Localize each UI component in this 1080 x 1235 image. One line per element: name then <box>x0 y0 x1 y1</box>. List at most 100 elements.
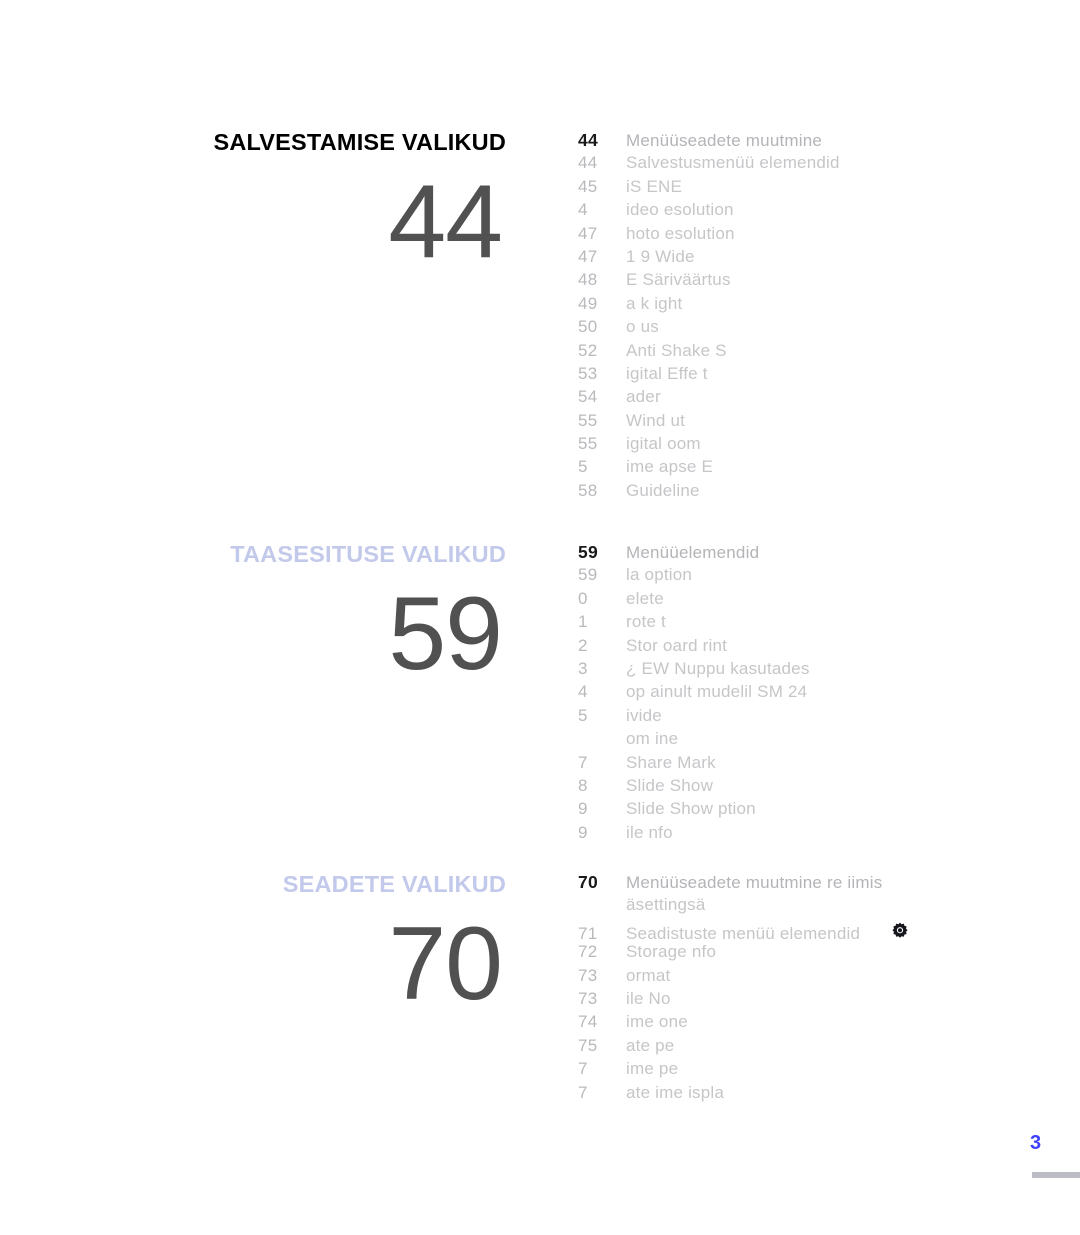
toc-entry-label: Storage nfo <box>626 942 717 962</box>
toc-row[interactable]: 4 ideo esolution <box>578 200 1048 223</box>
toc-row[interactable]: 71 Seadistuste menüü elemendid <box>578 919 1048 943</box>
toc-entry-label: ivide <box>626 705 662 725</box>
toc-row[interactable]: 59 Menüüelemendid <box>578 542 1048 565</box>
toc-page-number: 48 <box>578 270 598 290</box>
toc-page-number: 47 <box>578 246 598 266</box>
toc-row[interactable]: 47 1 9 Wide <box>578 247 1048 270</box>
toc-entry-label: ate ime ispla <box>626 1082 725 1102</box>
toc-page-number: 58 <box>578 480 598 500</box>
toc-row[interactable]: 50 o us <box>578 317 1048 340</box>
toc-row[interactable]: 4 op ainult mudelil SM 24 <box>578 682 1048 705</box>
toc-row[interactable]: 1 rote t <box>578 612 1048 635</box>
toc-row[interactable]: 9 ile nfo <box>578 823 1048 846</box>
section-big-page-number: 70 <box>388 905 503 1022</box>
toc-page-number: 53 <box>578 363 598 383</box>
toc-row[interactable]: 2 Stor oard rint <box>578 636 1048 659</box>
toc-row[interactable]: 9 Slide Show ption <box>578 799 1048 822</box>
toc-row[interactable]: 73 ormat <box>578 966 1048 989</box>
toc-entry-label: ader <box>626 387 661 407</box>
toc-row[interactable]: 73 ile No <box>578 989 1048 1012</box>
toc-row[interactable]: 70 Menüüseadete muutmine re iimis <box>578 872 1048 895</box>
toc-row[interactable]: 55 igital oom <box>578 434 1048 457</box>
section-heading: TAASESITUSE VALIKUD <box>230 541 506 567</box>
toc-row[interactable]: 7 ime pe <box>578 1059 1048 1082</box>
toc-row[interactable]: 53 igital Effe t <box>578 364 1048 387</box>
toc-entry-label: la option <box>626 565 693 585</box>
toc-page-number: 74 <box>578 1012 598 1032</box>
toc-entry-label: ideo esolution <box>626 200 734 220</box>
toc-entry-label: Slide Show <box>626 775 714 795</box>
section-left-column: SALVESTAMISE VALIKUD 44 <box>0 129 520 280</box>
toc-entry-label: Anti Shake S <box>626 340 727 360</box>
toc-row[interactable]: 52 Anti Shake S <box>578 341 1048 364</box>
toc-row-continuation[interactable]: äsettingsä <box>578 895 1048 918</box>
footer-page-number: 3 <box>1030 1132 1042 1154</box>
toc-page-number: 72 <box>578 942 598 962</box>
toc-page-number: 4 <box>578 682 588 702</box>
toc-page-number: 73 <box>578 988 598 1008</box>
toc-page-number: 7 <box>578 1059 588 1079</box>
toc-row[interactable]: 58 Guideline <box>578 481 1048 504</box>
toc-entry-label: Slide Show ption <box>626 799 756 819</box>
toc-row[interactable]: 54 ader <box>578 387 1048 410</box>
toc-entry-label: Salvestusmenüü elemendid <box>626 153 840 173</box>
toc-row[interactable]: 0 elete <box>578 589 1048 612</box>
toc-page-number: 8 <box>578 775 588 795</box>
toc-page-number: 52 <box>578 340 598 360</box>
toc-row[interactable]: 45 iS ENE <box>578 177 1048 200</box>
toc-page-number: 0 <box>578 588 588 608</box>
toc-page-number: 54 <box>578 387 598 407</box>
toc-row[interactable]: 49 a k ight <box>578 294 1048 317</box>
toc-row[interactable]: 7 ate ime ispla <box>578 1083 1048 1106</box>
toc-entry-label: äsettingsä <box>626 895 706 915</box>
toc-page-number: 7 <box>578 752 588 772</box>
toc-page-number: 45 <box>578 176 598 196</box>
toc-page-number: 44 <box>578 153 598 173</box>
toc-row-continuation[interactable]: om ine <box>578 729 1048 752</box>
toc-row[interactable]: 55 Wind ut <box>578 411 1048 434</box>
toc-row[interactable]: 8 Slide Show <box>578 776 1048 799</box>
toc-row[interactable]: 75 ate pe <box>578 1036 1048 1059</box>
toc-row[interactable]: 74 ime one <box>578 1012 1048 1035</box>
toc-page-number: 9 <box>578 799 588 819</box>
toc-entry-label: Share Mark <box>626 752 716 772</box>
toc-page-number: 59 <box>578 565 598 585</box>
toc-entry-label: Guideline <box>626 480 700 500</box>
toc-row[interactable]: 44 Salvestusmenüü elemendid <box>578 153 1048 176</box>
toc-page-number: 1 <box>578 612 588 632</box>
toc-page-number: 5 <box>578 457 588 477</box>
toc-entry-label: ile nfo <box>626 822 673 842</box>
toc-row[interactable]: 47 hoto esolution <box>578 224 1048 247</box>
toc-row[interactable]: 5 ivide <box>578 706 1048 729</box>
toc-row[interactable]: 72 Storage nfo <box>578 942 1048 965</box>
toc-entry-label: op ainult mudelil SM 24 <box>626 682 808 702</box>
toc-page-number: 73 <box>578 965 598 985</box>
section-left-column: TAASESITUSE VALIKUD 59 <box>0 541 520 686</box>
toc-page-number: 4 <box>578 200 588 220</box>
toc-row[interactable]: 48 E Säriväärtus <box>578 270 1048 293</box>
toc-row[interactable]: 7 Share Mark <box>578 753 1048 776</box>
toc-entry-list: 70 Menüüseadete muutmine re iimis äsetti… <box>578 872 1048 1106</box>
toc-row[interactable]: 59 la option <box>578 565 1048 588</box>
toc-entry-label: Seadistuste menüü elemendid <box>626 923 861 943</box>
toc-page-number: 59 <box>578 542 599 562</box>
toc-page: SALVESTAMISE VALIKUD 44 44 Menüüseadete … <box>0 0 1080 1235</box>
toc-page-number: 71 <box>578 923 598 943</box>
toc-entry-label: elete <box>626 588 664 608</box>
toc-entry-list: 44 Menüüseadete muutmine 44 Salvestusmen… <box>578 130 1048 504</box>
toc-entry-label: igital oom <box>626 434 701 454</box>
toc-entry-label: iS ENE <box>626 176 682 196</box>
toc-entry-label: Menüüseadete muutmine re iimis <box>626 873 883 892</box>
section-big-page-number: 44 <box>388 163 503 280</box>
toc-page-number: 50 <box>578 317 598 337</box>
toc-page-number: 9 <box>578 822 588 842</box>
toc-entry-label: Menüüelemendid <box>626 543 760 562</box>
toc-entry-label: a k ight <box>626 293 683 313</box>
toc-entry-label: Stor oard rint <box>626 635 728 655</box>
footer-divider <box>1032 1172 1080 1178</box>
toc-row[interactable]: 44 Menüüseadete muutmine <box>578 130 1048 153</box>
toc-row[interactable]: 3 ¿ EW Nuppu kasutades <box>578 659 1048 682</box>
toc-row[interactable]: 5 ime apse E <box>578 457 1048 480</box>
toc-entry-label: ile No <box>626 988 671 1008</box>
toc-entry-label: ime apse E <box>626 457 714 477</box>
